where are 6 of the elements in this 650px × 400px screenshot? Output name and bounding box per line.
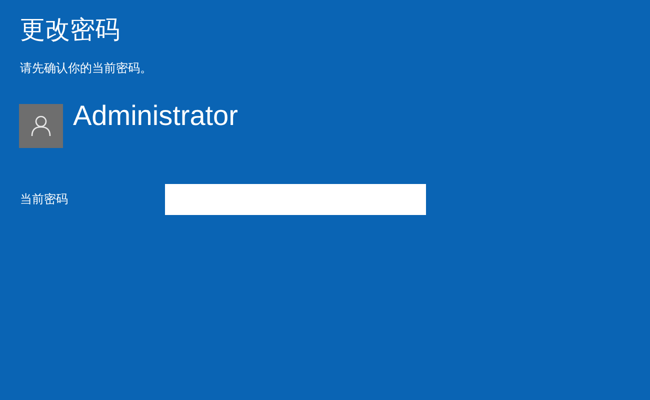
password-field[interactable] (165, 184, 426, 215)
instruction-text: 请先确认你的当前密码。 (20, 60, 153, 76)
account-name: Administrator (73, 100, 238, 132)
page-title: 更改密码 (20, 14, 121, 46)
field-label: 当前密码 (20, 191, 69, 208)
user-avatar-icon (19, 104, 63, 148)
